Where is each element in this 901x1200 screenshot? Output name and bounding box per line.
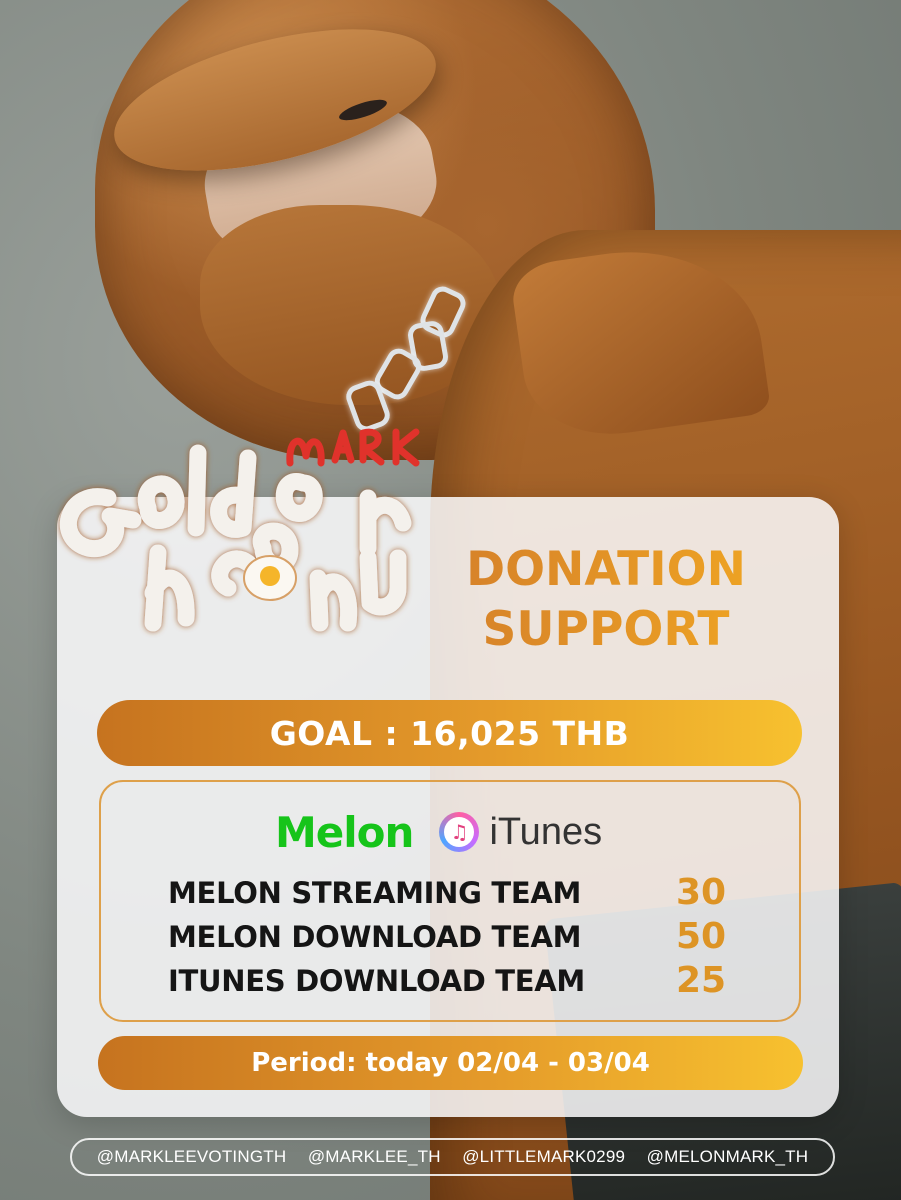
team-label: MELON DOWNLOAD TEAM (168, 920, 582, 954)
handle-link[interactable]: @MARKLEE_TH (308, 1147, 441, 1167)
team-row: ITUNES DOWNLOAD TEAM 25 (168, 960, 748, 1010)
goal-text: GOAL : 16,025 THB (269, 713, 630, 753)
team-row: MELON DOWNLOAD TEAM 50 (168, 916, 748, 966)
period-text: Period: today 02/04 - 03/04 (251, 1048, 650, 1078)
golden-hour-logo (59, 428, 420, 632)
title-donation: DONATION (431, 546, 781, 593)
team-count: 30 (676, 872, 727, 913)
platform-logos: Melon ♫ iTunes (275, 806, 635, 858)
handle-link[interactable]: @LITTLEMARK0299 (462, 1147, 625, 1167)
team-label: MELON STREAMING TEAM (168, 876, 582, 910)
team-count: 50 (676, 916, 727, 957)
handle-link[interactable]: @MELONMARK_TH (647, 1147, 809, 1167)
melon-logo: Melon (275, 807, 414, 857)
music-note-icon: ♫ (439, 812, 480, 852)
period-banner: Period: today 02/04 - 03/04 (98, 1036, 803, 1090)
itunes-label: iTunes (489, 810, 603, 853)
goal-banner: GOAL : 16,025 THB (97, 700, 802, 766)
team-count: 25 (676, 960, 727, 1001)
team-label: ITUNES DOWNLOAD TEAM (168, 964, 585, 998)
title-support: SUPPORT (431, 606, 781, 653)
handle-link[interactable]: @MARKLEEVOTINGTH (97, 1147, 287, 1167)
social-handles-bar: @MARKLEEVOTINGTH @MARKLEE_TH @LITTLEMARK… (70, 1138, 835, 1176)
melon-label: Melon (275, 807, 414, 857)
team-row: MELON STREAMING TEAM 30 (168, 872, 748, 922)
